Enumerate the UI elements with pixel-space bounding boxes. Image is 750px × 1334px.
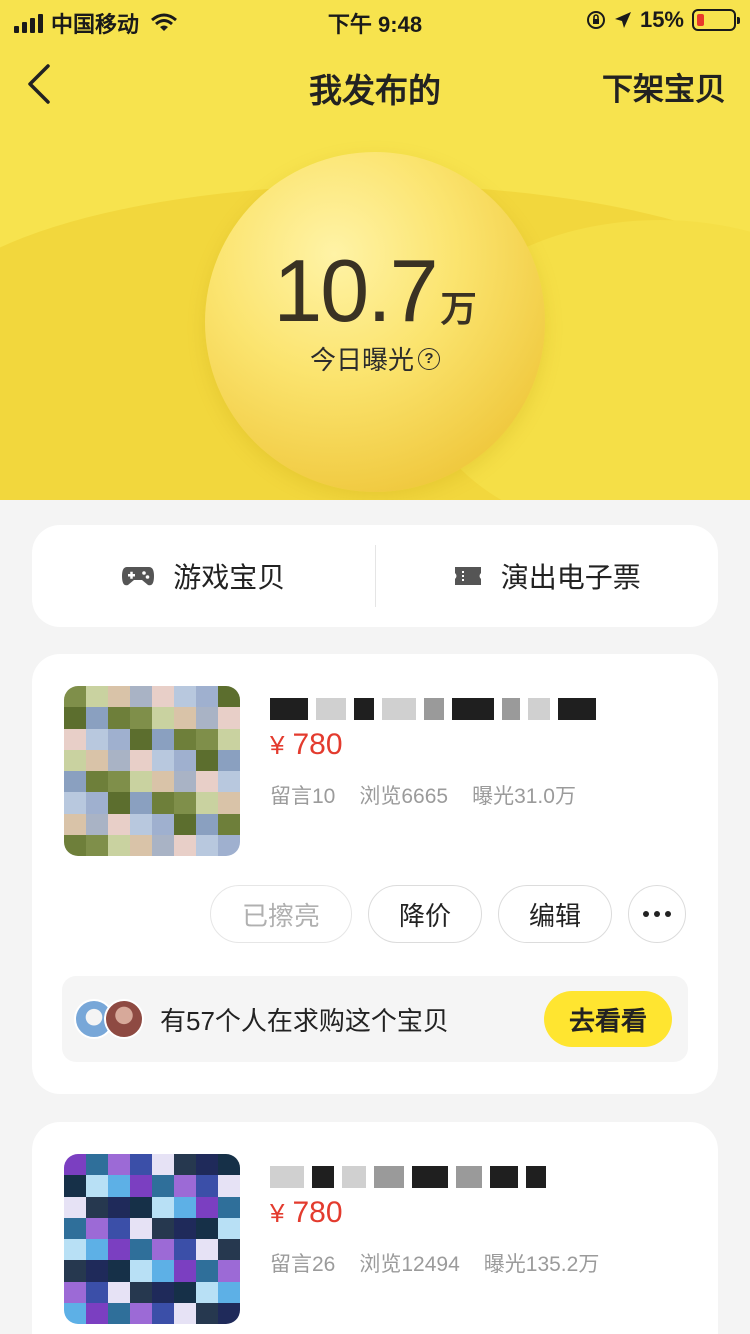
avatar xyxy=(104,999,144,1039)
item-thumbnail[interactable] xyxy=(64,686,240,856)
tab-game-items[interactable]: 游戏宝贝 xyxy=(32,525,375,627)
demand-text: 有57个人在求购这个宝贝 xyxy=(160,1005,449,1036)
currency-symbol: ¥ xyxy=(270,1198,285,1228)
buyer-avatars xyxy=(74,997,152,1041)
exposure-value: 10.7 xyxy=(273,241,438,340)
rotation-lock-icon xyxy=(586,11,605,29)
comment-count: 留言10 xyxy=(270,785,336,808)
gamepad-icon xyxy=(122,567,155,586)
category-tabs: 游戏宝贝 演出电子票 xyxy=(32,525,718,627)
item-card[interactable]: ¥780 留言26 浏览12494 曝光135.2万 xyxy=(32,1122,718,1334)
exposure-count: 曝光135.2万 xyxy=(483,1253,600,1276)
edit-button[interactable]: 编辑 xyxy=(498,885,612,943)
go-see-button[interactable]: 去看看 xyxy=(544,991,672,1047)
polished-button[interactable]: 已擦亮 xyxy=(210,885,352,943)
exposure-orb: 10.7 万 今日曝光 ? xyxy=(205,152,545,492)
item-card[interactable]: ¥780 留言10 浏览6665 曝光31.0万 已擦亮 降价 编辑 有57个人… xyxy=(32,654,718,1094)
price-value: 780 xyxy=(292,728,343,761)
item-actions: 已擦亮 降价 编辑 xyxy=(210,885,686,943)
location-icon xyxy=(614,12,631,28)
reduce-price-button[interactable]: 降价 xyxy=(368,885,482,943)
buyer-demand-banner: 有57个人在求购这个宝贝 去看看 xyxy=(62,976,688,1062)
tab-label: 游戏宝贝 xyxy=(173,562,286,593)
currency-symbol: ¥ xyxy=(270,730,285,760)
view-count: 浏览12494 xyxy=(359,1253,460,1276)
status-bar: 中国移动 下午 9:48 15% xyxy=(0,0,750,40)
item-title-redacted xyxy=(270,694,596,724)
nav-bar: 我发布的 下架宝贝 xyxy=(0,52,750,116)
tab-show-tickets[interactable]: 演出电子票 xyxy=(376,525,719,627)
battery-icon xyxy=(692,9,740,31)
item-stats: 留言10 浏览6665 曝光31.0万 xyxy=(270,780,576,810)
comment-count: 留言26 xyxy=(270,1253,336,1276)
exposure-label: 今日曝光 xyxy=(309,345,414,375)
delist-items-button[interactable]: 下架宝贝 xyxy=(602,64,726,109)
help-icon[interactable]: ? xyxy=(418,347,440,370)
price-value: 780 xyxy=(292,1196,343,1229)
item-thumbnail[interactable] xyxy=(64,1154,240,1324)
ticket-icon xyxy=(454,567,481,585)
item-price: ¥780 xyxy=(270,1196,343,1230)
exposure-label-row: 今日曝光 ? xyxy=(205,340,545,377)
exposure-header: 中国移动 下午 9:48 15% 我发布的 下架宝贝 10.7 万 今日曝光 ? xyxy=(0,0,750,500)
view-count: 浏览6665 xyxy=(359,785,449,808)
exposure-count: 曝光31.0万 xyxy=(472,785,576,808)
exposure-value-wrap: 10.7 万 xyxy=(205,240,545,342)
item-title-redacted xyxy=(270,1162,546,1192)
exposure-unit: 万 xyxy=(440,288,477,329)
more-options-icon[interactable] xyxy=(628,885,686,943)
item-stats: 留言26 浏览12494 曝光135.2万 xyxy=(270,1248,599,1278)
battery-percent: 15% xyxy=(639,7,684,32)
item-price: ¥780 xyxy=(270,728,343,762)
tab-label: 演出电子票 xyxy=(500,562,641,593)
